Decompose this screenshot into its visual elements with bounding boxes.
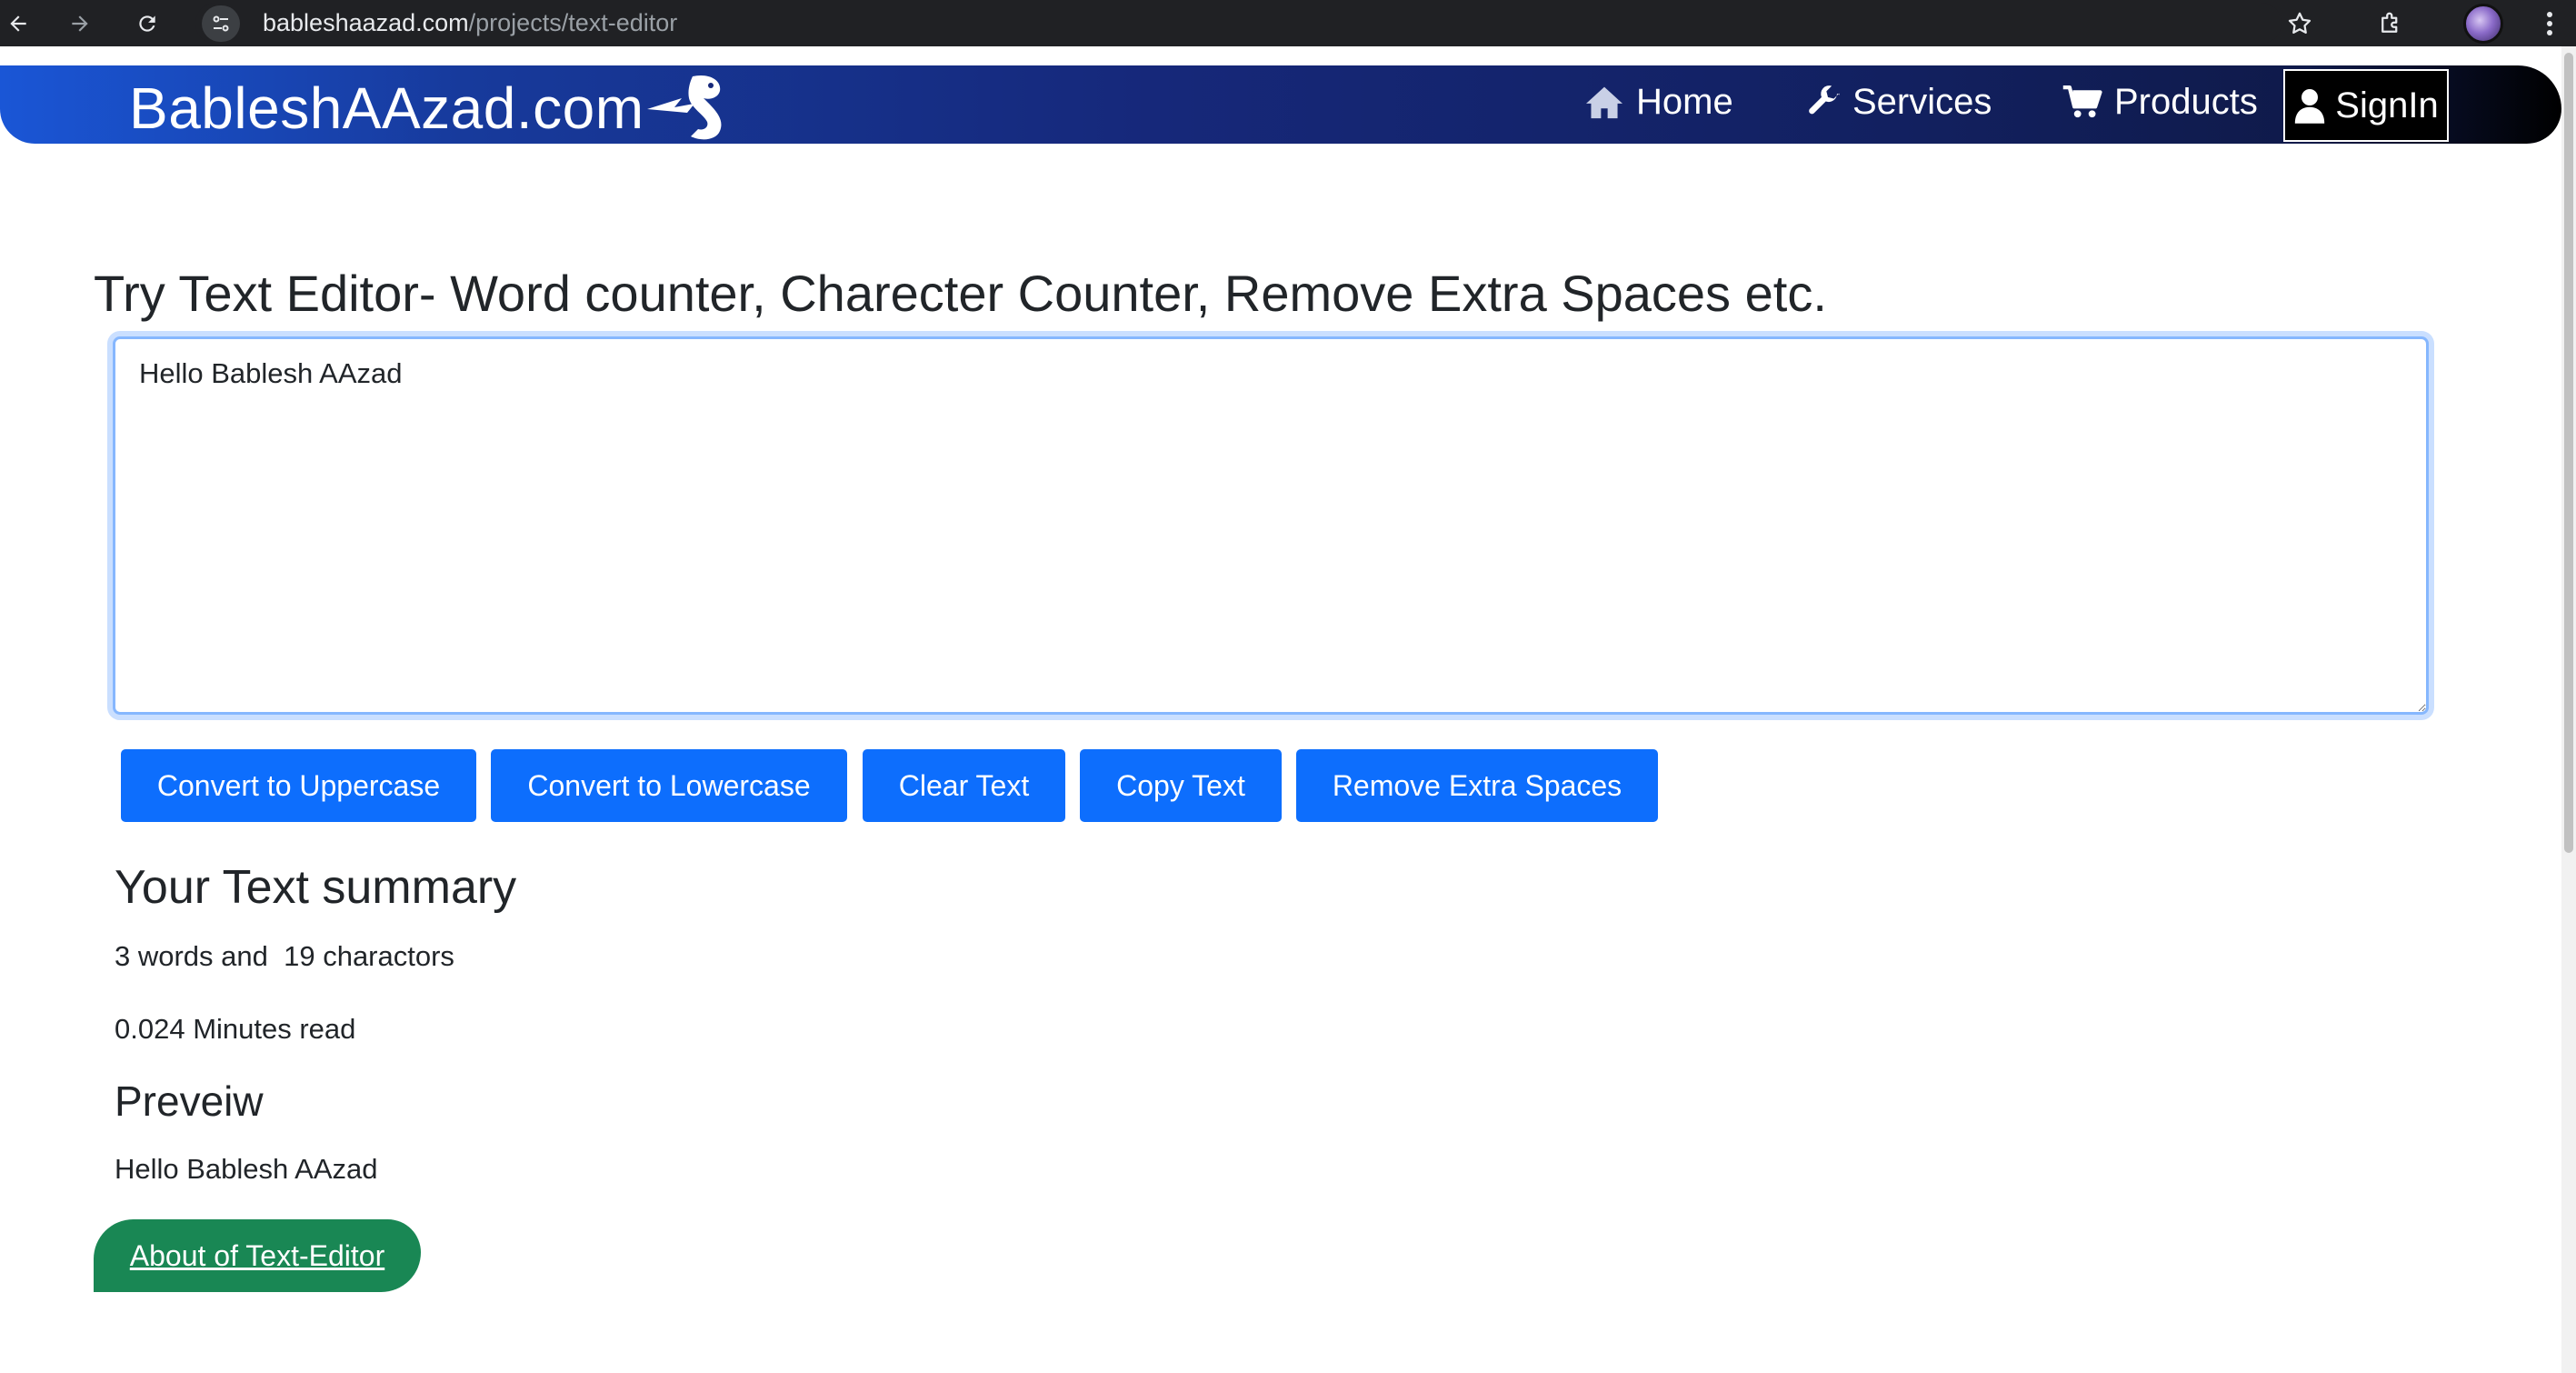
scrollbar-thumb[interactable] (2564, 53, 2573, 853)
wrench-icon (1809, 85, 1840, 115)
nav-services-label: Services (1852, 81, 1992, 122)
nav-home[interactable]: Home (1583, 78, 1733, 125)
star-icon (2288, 12, 2311, 34)
lowercase-button[interactable]: Convert to Lowercase (491, 749, 847, 822)
summary-heading: Your Text summary (115, 861, 517, 914)
nav-services[interactable]: Services (1805, 78, 1992, 125)
nav-home-label: Home (1636, 81, 1733, 122)
nav-products[interactable]: Products (2062, 78, 2258, 125)
cart-icon (2062, 85, 2102, 118)
url-path: /projects/text-editor (468, 9, 678, 36)
read-time: 0.024 Minutes read (115, 1013, 356, 1045)
forward-button[interactable] (62, 5, 98, 42)
user-icon (2295, 89, 2325, 124)
preview-heading: Preveiw (115, 1077, 264, 1125)
tune-icon (213, 15, 229, 32)
extensions-button[interactable] (2372, 5, 2409, 42)
home-icon (1586, 86, 1622, 119)
reload-icon (139, 15, 155, 32)
word-char-count: 3 words and 19 charactors (115, 940, 454, 972)
nav-products-label: Products (2114, 81, 2258, 122)
url-text[interactable]: bableshaazad.com/projects/text-editor (263, 9, 677, 37)
url-host: bableshaazad.com (263, 9, 469, 36)
bookmark-button[interactable] (2281, 5, 2318, 42)
more-vert-icon (2547, 12, 2552, 35)
arrow-left-icon (10, 15, 26, 32)
copy-text-button[interactable]: Copy Text (1080, 749, 1282, 822)
back-button[interactable] (0, 5, 36, 42)
about-text-editor-link[interactable]: About of Text-Editor (94, 1219, 421, 1292)
navbar-spacer (0, 46, 2561, 65)
browser-toolbar: bableshaazad.com/projects/text-editor (0, 0, 2576, 46)
dragon-logo-icon (647, 75, 722, 140)
signin-label: SignIn (2335, 85, 2439, 125)
preview-text: Hello Bablesh AAzad (115, 1153, 378, 1185)
brand-link[interactable]: BableshAAzad.com (129, 75, 644, 142)
browser-menu-button[interactable] (2536, 5, 2563, 42)
clear-text-button[interactable]: Clear Text (863, 749, 1065, 822)
profile-avatar[interactable] (2463, 4, 2503, 44)
reload-button[interactable] (129, 5, 165, 42)
signin-button[interactable]: SignIn (2283, 69, 2449, 142)
text-editor-input[interactable]: Hello Bablesh AAzad (113, 336, 2429, 715)
page-title: Try Text Editor- Word counter, Charecter… (94, 265, 1827, 322)
remove-extra-spaces-button[interactable]: Remove Extra Spaces (1296, 749, 1658, 822)
puzzle-icon (2381, 12, 2398, 33)
site-info-button[interactable] (202, 5, 240, 42)
uppercase-button[interactable]: Convert to Uppercase (121, 749, 476, 822)
arrow-right-icon (72, 15, 88, 32)
